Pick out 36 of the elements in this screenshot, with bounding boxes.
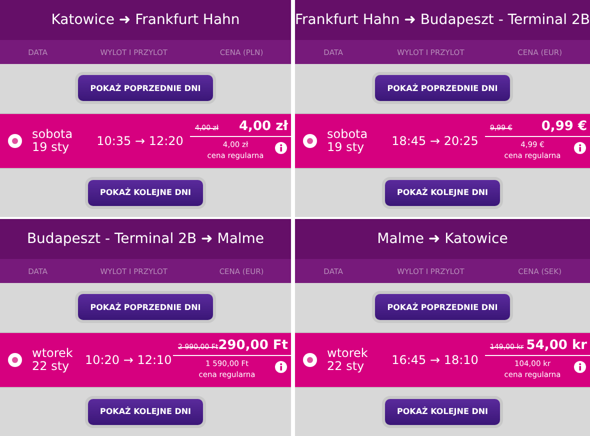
next-days-button[interactable]: POKAŻ KOLEJNE DNI [88, 398, 204, 425]
previous-days-button[interactable]: POKAŻ POPRZEDNIE DNI [375, 294, 510, 320]
next-days-button[interactable]: POKAŻ KOLEJNE DNI [384, 180, 500, 206]
next-days-button[interactable]: POKAŻ KOLEJNE DNI [88, 180, 204, 206]
weekday: wtorek [327, 346, 369, 360]
info-icon[interactable] [574, 360, 586, 372]
info-icon[interactable] [275, 360, 287, 372]
route-title: Malme ➜ Katowice [295, 219, 590, 259]
price: 54,00 kr [526, 338, 587, 352]
info-icon[interactable] [574, 142, 586, 154]
next-days-button[interactable]: POKAŻ KOLEJNE DNI [384, 398, 500, 425]
flight-times: 10:35 → 12:20 [96, 134, 184, 148]
radio-icon[interactable] [8, 352, 22, 366]
weekday: wtorek [32, 346, 74, 360]
price: 4,00 zł [239, 118, 288, 134]
date: 19 sty [32, 140, 70, 154]
flight-times: 10:20 → 12:10 [84, 352, 173, 366]
radio-icon[interactable] [303, 134, 317, 148]
radio-icon[interactable] [303, 352, 317, 366]
flight-times: 16:45 → 18:10 [390, 352, 480, 366]
radio-icon[interactable] [8, 134, 22, 148]
route-title: Budapeszt - Terminal 2B ➜ Malme [0, 219, 291, 259]
previous-days-button[interactable]: POKAŻ POPRZEDNIE DNI [78, 294, 213, 320]
weekday: sobota [327, 128, 369, 140]
date: 22 sty [327, 360, 366, 372]
flight-times: 18:45 → 20:25 [390, 134, 480, 148]
weekday: sobota [32, 128, 74, 140]
route-title: Frankfurt Hahn ➜ Budapeszt - Terminal 2B [295, 0, 590, 40]
price: 0,99 € [541, 118, 587, 134]
date: 19 sty [327, 140, 366, 154]
route-title: Katowice ➜ Frankfurt Hahn [0, 0, 291, 40]
previous-days-button[interactable]: POKAŻ POPRZEDNIE DNI [375, 75, 510, 102]
previous-days-button[interactable]: POKAŻ POPRZEDNIE DNI [78, 75, 213, 102]
info-icon[interactable] [275, 142, 287, 154]
date: 22 sty [32, 360, 70, 372]
price: 290,00 Ft [218, 338, 288, 352]
